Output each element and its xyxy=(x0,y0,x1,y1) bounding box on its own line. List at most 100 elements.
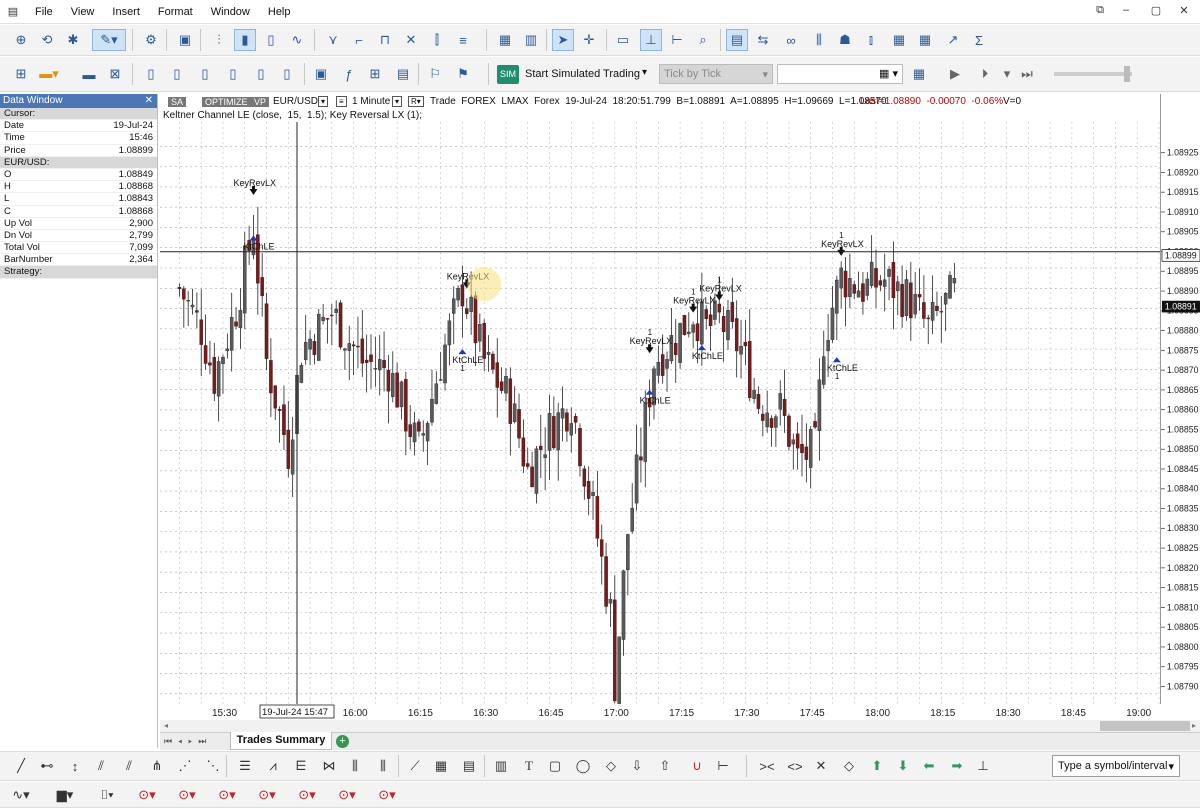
head-icon[interactable]: ☗ xyxy=(834,29,856,51)
lock-icon[interactable]: ⊢ xyxy=(712,755,734,777)
cross-arrows-icon[interactable]: ✕ xyxy=(810,755,832,777)
parallel-icon[interactable]: ⫽ xyxy=(118,755,140,777)
pointer-icon[interactable]: ➤ xyxy=(552,29,574,51)
scroll-right-icon[interactable]: ▸ xyxy=(1188,720,1200,732)
symbol-label[interactable]: EUR/USD xyxy=(273,96,318,107)
comment-icon[interactable]: ▭ xyxy=(612,29,634,51)
add-tab-icon[interactable]: + xyxy=(336,735,349,748)
horizontal-line-icon[interactable]: ⊥ xyxy=(640,29,662,51)
dom-icon[interactable]: ▦ xyxy=(888,29,910,51)
close-workspace-icon[interactable]: ⊠ xyxy=(104,63,126,85)
menu-format[interactable]: Format xyxy=(149,6,202,18)
link-icon[interactable]: ∞ xyxy=(780,29,802,51)
bar-chart-icon[interactable]: ⫶ xyxy=(208,29,230,51)
crosshair-icon[interactable]: ✛ xyxy=(578,29,600,51)
depth-icon[interactable]: ▥ xyxy=(520,29,542,51)
date-picker[interactable]: ▦ ▾ xyxy=(777,64,903,84)
symbol-input[interactable]: Type a symbol/interval ▾ xyxy=(1052,755,1180,777)
kagi-icon[interactable]: ⌐ xyxy=(348,29,370,51)
fib-levels-icon[interactable]: ☰ xyxy=(234,755,256,777)
channel-icon[interactable]: ⫽ xyxy=(90,755,112,777)
menu-view[interactable]: View xyxy=(62,6,104,18)
down-arrow-green-icon[interactable]: ⬇ xyxy=(892,755,914,777)
minimize-icon[interactable]: – xyxy=(1116,4,1136,20)
speed-lines-icon[interactable]: ⋱ xyxy=(202,755,224,777)
menu-file[interactable]: File xyxy=(26,6,62,18)
chart-scrollbar[interactable]: ◂ ▸ xyxy=(160,720,1200,732)
speed-slider[interactable] xyxy=(1054,72,1132,76)
bracket-icon[interactable]: ⌷▾ xyxy=(96,784,118,806)
trendline-icon[interactable]: ╱ xyxy=(10,755,32,777)
grid-tool-icon[interactable]: ▦ xyxy=(430,755,452,777)
fib-fan-icon[interactable]: ⩘ xyxy=(262,755,284,777)
right-arrow-green-icon[interactable]: ➡ xyxy=(946,755,968,777)
data-window-icon[interactable]: ▤ xyxy=(726,29,748,51)
play-icon[interactable]: ▶ xyxy=(944,63,966,85)
menu-help[interactable]: Help xyxy=(259,6,300,18)
note-icon[interactable]: ▬▾ xyxy=(38,63,60,85)
price-chart[interactable]: KeyRevLXKtChLEKeyRevLXKtChLE11KeyRevLXKt… xyxy=(160,122,1160,704)
interval-menu-icon[interactable]: ≡ xyxy=(336,96,347,107)
close-icon[interactable]: ✕ xyxy=(1174,4,1194,20)
window-icon[interactable]: ▣ xyxy=(310,63,332,85)
interval-dropdown-icon[interactable]: ▾ xyxy=(392,96,403,107)
magnet-icon[interactable]: ∪ xyxy=(686,755,708,777)
maximize-icon[interactable]: ▢ xyxy=(1146,4,1166,20)
pin-icon[interactable]: ⊥ xyxy=(972,755,994,777)
page2-icon[interactable]: ▯ xyxy=(166,63,188,85)
page5-icon[interactable]: ▯ xyxy=(250,63,272,85)
add-alert-icon[interactable]: ⚐ xyxy=(424,63,446,85)
left-arrow-green-icon[interactable]: ⬅ xyxy=(918,755,940,777)
symbol-dropdown-icon[interactable]: ▾ xyxy=(318,96,329,107)
vp-button[interactable]: VP xyxy=(251,97,270,107)
renko-icon[interactable]: ⋎ xyxy=(322,29,344,51)
new-chart-icon[interactable]: ⊞ xyxy=(10,63,32,85)
settings-icon[interactable]: ⚙ xyxy=(140,29,162,51)
calendar-icon[interactable]: ▦ xyxy=(908,63,930,85)
alert6-icon[interactable]: ⊙▾ xyxy=(336,784,358,806)
gann-icon[interactable]: ⋰ xyxy=(174,755,196,777)
close-icon[interactable]: ✕ xyxy=(145,94,153,108)
draw-tool-icon[interactable]: ✎▾ xyxy=(92,29,126,51)
up-arrow-green-icon[interactable]: ⬆ xyxy=(866,755,888,777)
page6-icon[interactable]: ▯ xyxy=(276,63,298,85)
fib-ext-icon[interactable]: ⋿ xyxy=(290,755,312,777)
collapse-icon[interactable]: >< xyxy=(756,755,778,777)
cycle-icon[interactable]: ⋈ xyxy=(318,755,340,777)
start-simulated-trading-button[interactable]: Start Simulated Trading xyxy=(525,68,640,80)
xo-icon[interactable]: ✕ xyxy=(400,29,422,51)
ellipse-icon[interactable]: ◯ xyxy=(572,755,594,777)
alert4-icon[interactable]: ⊙▾ xyxy=(256,784,278,806)
insert-signal-icon[interactable]: ✱ xyxy=(62,29,84,51)
zoom-icon[interactable]: ⌕ xyxy=(692,29,714,51)
r-button[interactable]: R▾ xyxy=(408,96,424,107)
insert-strategy-icon[interactable]: ⟲ xyxy=(36,29,58,51)
speed-dropdown-icon[interactable]: ▾ xyxy=(996,63,1018,85)
remove-alert-icon[interactable]: ⚑ xyxy=(452,63,474,85)
calculator-icon[interactable]: ▥ xyxy=(490,755,512,777)
rectangle-icon[interactable]: ▢ xyxy=(544,755,566,777)
restore-pane-icon[interactable]: ⧉ xyxy=(1090,4,1110,20)
page-icon[interactable]: ▯ xyxy=(140,63,162,85)
page3-icon[interactable]: ▯ xyxy=(194,63,216,85)
alert-icon[interactable]: ⊙▾ xyxy=(136,784,158,806)
expand-icon[interactable]: <> xyxy=(784,755,806,777)
menu-window[interactable]: Window xyxy=(202,6,259,18)
format-window-icon[interactable]: ▣ xyxy=(174,29,196,51)
sim-badge[interactable]: SIM xyxy=(497,65,519,84)
heikin-icon[interactable]: ⫿ xyxy=(426,29,448,51)
color-bars-icon[interactable]: ▦ xyxy=(494,29,516,51)
time-zones-icon[interactable]: ⫼ xyxy=(344,755,366,777)
step-icon[interactable]: ⏵ xyxy=(974,63,996,85)
hollow-candle-icon[interactable]: ▯ xyxy=(260,29,282,51)
scale-icon[interactable]: ⫾ xyxy=(860,29,882,51)
regression-icon[interactable]: ⟋ xyxy=(404,755,426,777)
save-icon[interactable]: ▬ xyxy=(78,63,100,85)
time-axis[interactable]: 15:3015:4516:0016:1516:3016:4517:0017:15… xyxy=(160,704,1200,720)
price-axis[interactable]: 1.089251.089201.089151.089101.089051.089… xyxy=(1160,94,1200,704)
volume-profile-icon[interactable]: ≡ xyxy=(452,29,474,51)
insert-indicator-icon[interactable]: ⊕ xyxy=(10,29,32,51)
timeline-icon[interactable]: ⫼ xyxy=(372,755,394,777)
trade-bar-icon[interactable]: ⇆ xyxy=(752,29,774,51)
function-icon[interactable]: ƒ xyxy=(338,63,360,85)
